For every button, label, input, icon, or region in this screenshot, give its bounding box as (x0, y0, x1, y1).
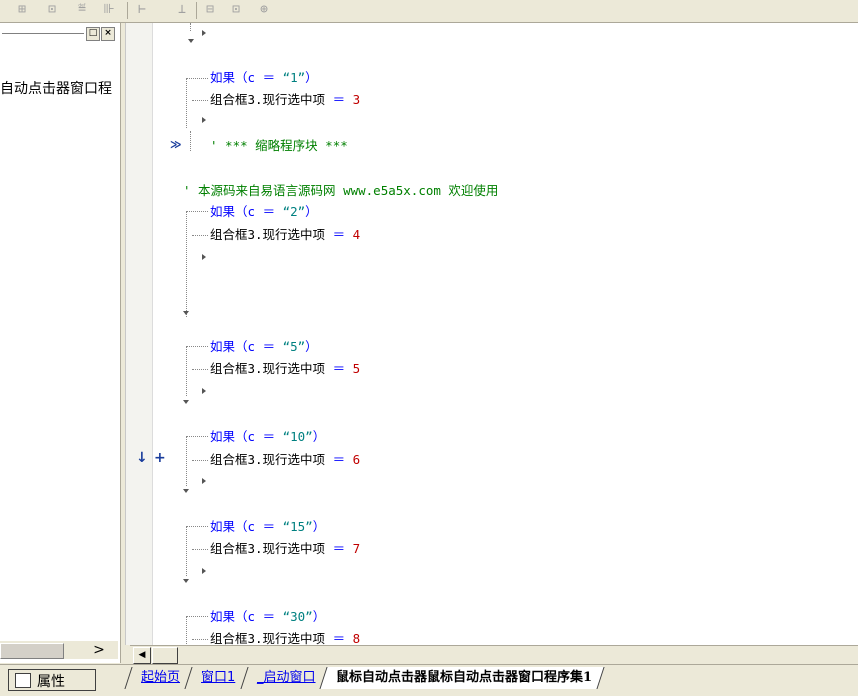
flow-guide (186, 616, 187, 645)
same-height-icon[interactable]: ⊡ (228, 2, 244, 18)
scrollbar-thumb[interactable] (152, 647, 178, 664)
flow-guide (192, 549, 208, 550)
code-line-assign[interactable]: 组合框3.现行选中项 ＝ 7 (210, 541, 360, 557)
editor-horizontal-scrollbar[interactable]: ◀ (130, 645, 858, 664)
flow-guide (186, 211, 208, 212)
flow-arrow-icon (202, 117, 206, 123)
space-vertical-icon[interactable]: ⊥ (174, 2, 190, 18)
tree-item-label[interactable]: 自动点击器窗口程 (0, 78, 112, 98)
flow-guide (186, 526, 187, 576)
properties-icon (15, 673, 31, 688)
flow-arrow-icon (202, 568, 206, 574)
tab-startup-window[interactable]: _启动窗口 (240, 667, 327, 689)
code-line-assign[interactable]: 组合框3.现行选中项 ＝ 3 (210, 92, 360, 108)
code-line-if[interactable]: 如果（c ＝ “15”） (210, 519, 325, 535)
space-horizontal-icon[interactable]: ⊢ (134, 2, 150, 18)
fold-marker-icon[interactable]: ≫ (170, 138, 182, 151)
code-line-assign[interactable]: 组合框3.现行选中项 ＝ 4 (210, 227, 360, 243)
folded-block-comment[interactable]: ' *** 缩略程序块 *** (210, 138, 348, 154)
flow-guide (186, 78, 187, 128)
flow-guide (190, 131, 191, 151)
flow-guide (192, 369, 208, 370)
align-right-icon[interactable]: ⊪ (101, 2, 117, 18)
flow-guide (186, 616, 208, 617)
flow-guide (186, 526, 208, 527)
flow-guide (186, 211, 187, 317)
flow-guide (186, 436, 208, 437)
tab-window1[interactable]: 窗口1 (184, 667, 248, 689)
tab-start-page[interactable]: 起始页 (124, 667, 192, 689)
flow-arrow-icon (183, 579, 189, 583)
flow-arrow-icon (202, 30, 206, 36)
flow-guide (186, 436, 187, 486)
flow-arrow-icon (183, 400, 189, 404)
flow-guide (186, 346, 208, 347)
align-left-icon[interactable]: ⊞ (14, 2, 30, 18)
properties-tab[interactable]: 属性 (8, 669, 96, 691)
same-size-icon[interactable]: ⊕ (256, 2, 272, 18)
flow-guide (186, 346, 187, 396)
code-line-if[interactable]: 如果（c ＝ “1”） (210, 70, 318, 86)
panel-horizontal-scrollbar[interactable]: > (0, 641, 118, 659)
flow-arrow-icon (202, 478, 206, 484)
banner-comment[interactable]: ' 本源码来自易语言源码网 www.e5a5x.com 欢迎使用 (183, 183, 498, 199)
code-editor[interactable]: 如果（c ＝ “1”） 组合框3.现行选中项 ＝ 3 ≫ ' *** 缩略程序块… (125, 23, 858, 645)
flow-guide (192, 639, 208, 640)
close-button[interactable]: × (101, 27, 115, 41)
panel-header-rule (2, 33, 84, 34)
flow-guide (192, 460, 208, 461)
code-line-if[interactable]: 如果（c ＝ “30”） (210, 609, 325, 625)
step-arrow-icon[interactable]: ↓ (136, 450, 148, 466)
flow-guide (186, 78, 208, 79)
scroll-left-button[interactable]: ◀ (133, 647, 151, 664)
flow-arrow-icon (188, 39, 194, 43)
align-top-icon[interactable]: ⊡ (44, 2, 60, 18)
code-line-if[interactable]: 如果（c ＝ “10”） (210, 429, 325, 445)
flow-guide (192, 100, 208, 101)
flow-arrow-icon (202, 388, 206, 394)
flow-guide (190, 23, 191, 31)
panel-header: □ × (0, 25, 118, 41)
same-width-icon[interactable]: ⊟ (202, 2, 218, 18)
distribute-icon[interactable]: ≝ (74, 2, 90, 18)
tab-program-set[interactable]: 鼠标自动点击器鼠标自动点击器窗口程序集1 (319, 667, 605, 689)
code-line-assign[interactable]: 组合框3.现行选中项 ＝ 6 (210, 452, 360, 468)
document-tabs: 起始页 窗口1 _启动窗口 鼠标自动点击器鼠标自动点击器窗口程序集1 (124, 667, 605, 691)
scroll-right-button[interactable]: > (92, 641, 106, 659)
flow-arrow-icon (202, 254, 206, 260)
flow-arrow-icon (183, 489, 189, 493)
code-line-if[interactable]: 如果（c ＝ “5”） (210, 339, 318, 355)
properties-label: 属性 (37, 674, 65, 690)
bottom-tabbar: 属性 起始页 窗口1 _启动窗口 鼠标自动点击器鼠标自动点击器窗口程序集1 (0, 664, 858, 696)
code-line-assign[interactable]: 组合框3.现行选中项 ＝ 8 (210, 631, 360, 645)
flow-guide (192, 235, 208, 236)
code-line-assign[interactable]: 组合框3.现行选中项 ＝ 5 (210, 361, 360, 377)
toolbar-separator (127, 2, 128, 19)
editor-margin (126, 23, 153, 645)
project-panel: □ × 自动点击器窗口程 > (0, 23, 121, 663)
add-breakpoint-icon[interactable]: + (154, 450, 166, 466)
layout-toolbar: ⊞ ⊡ ≝ ⊪ ⊢ ⊥ ⊟ ⊡ ⊕ (0, 0, 858, 23)
scrollbar-thumb[interactable] (0, 643, 64, 659)
toolbar-separator (196, 2, 197, 19)
pin-button[interactable]: □ (86, 27, 100, 41)
flow-arrow-icon (183, 311, 189, 315)
code-line-if[interactable]: 如果（c ＝ “2”） (210, 204, 318, 220)
